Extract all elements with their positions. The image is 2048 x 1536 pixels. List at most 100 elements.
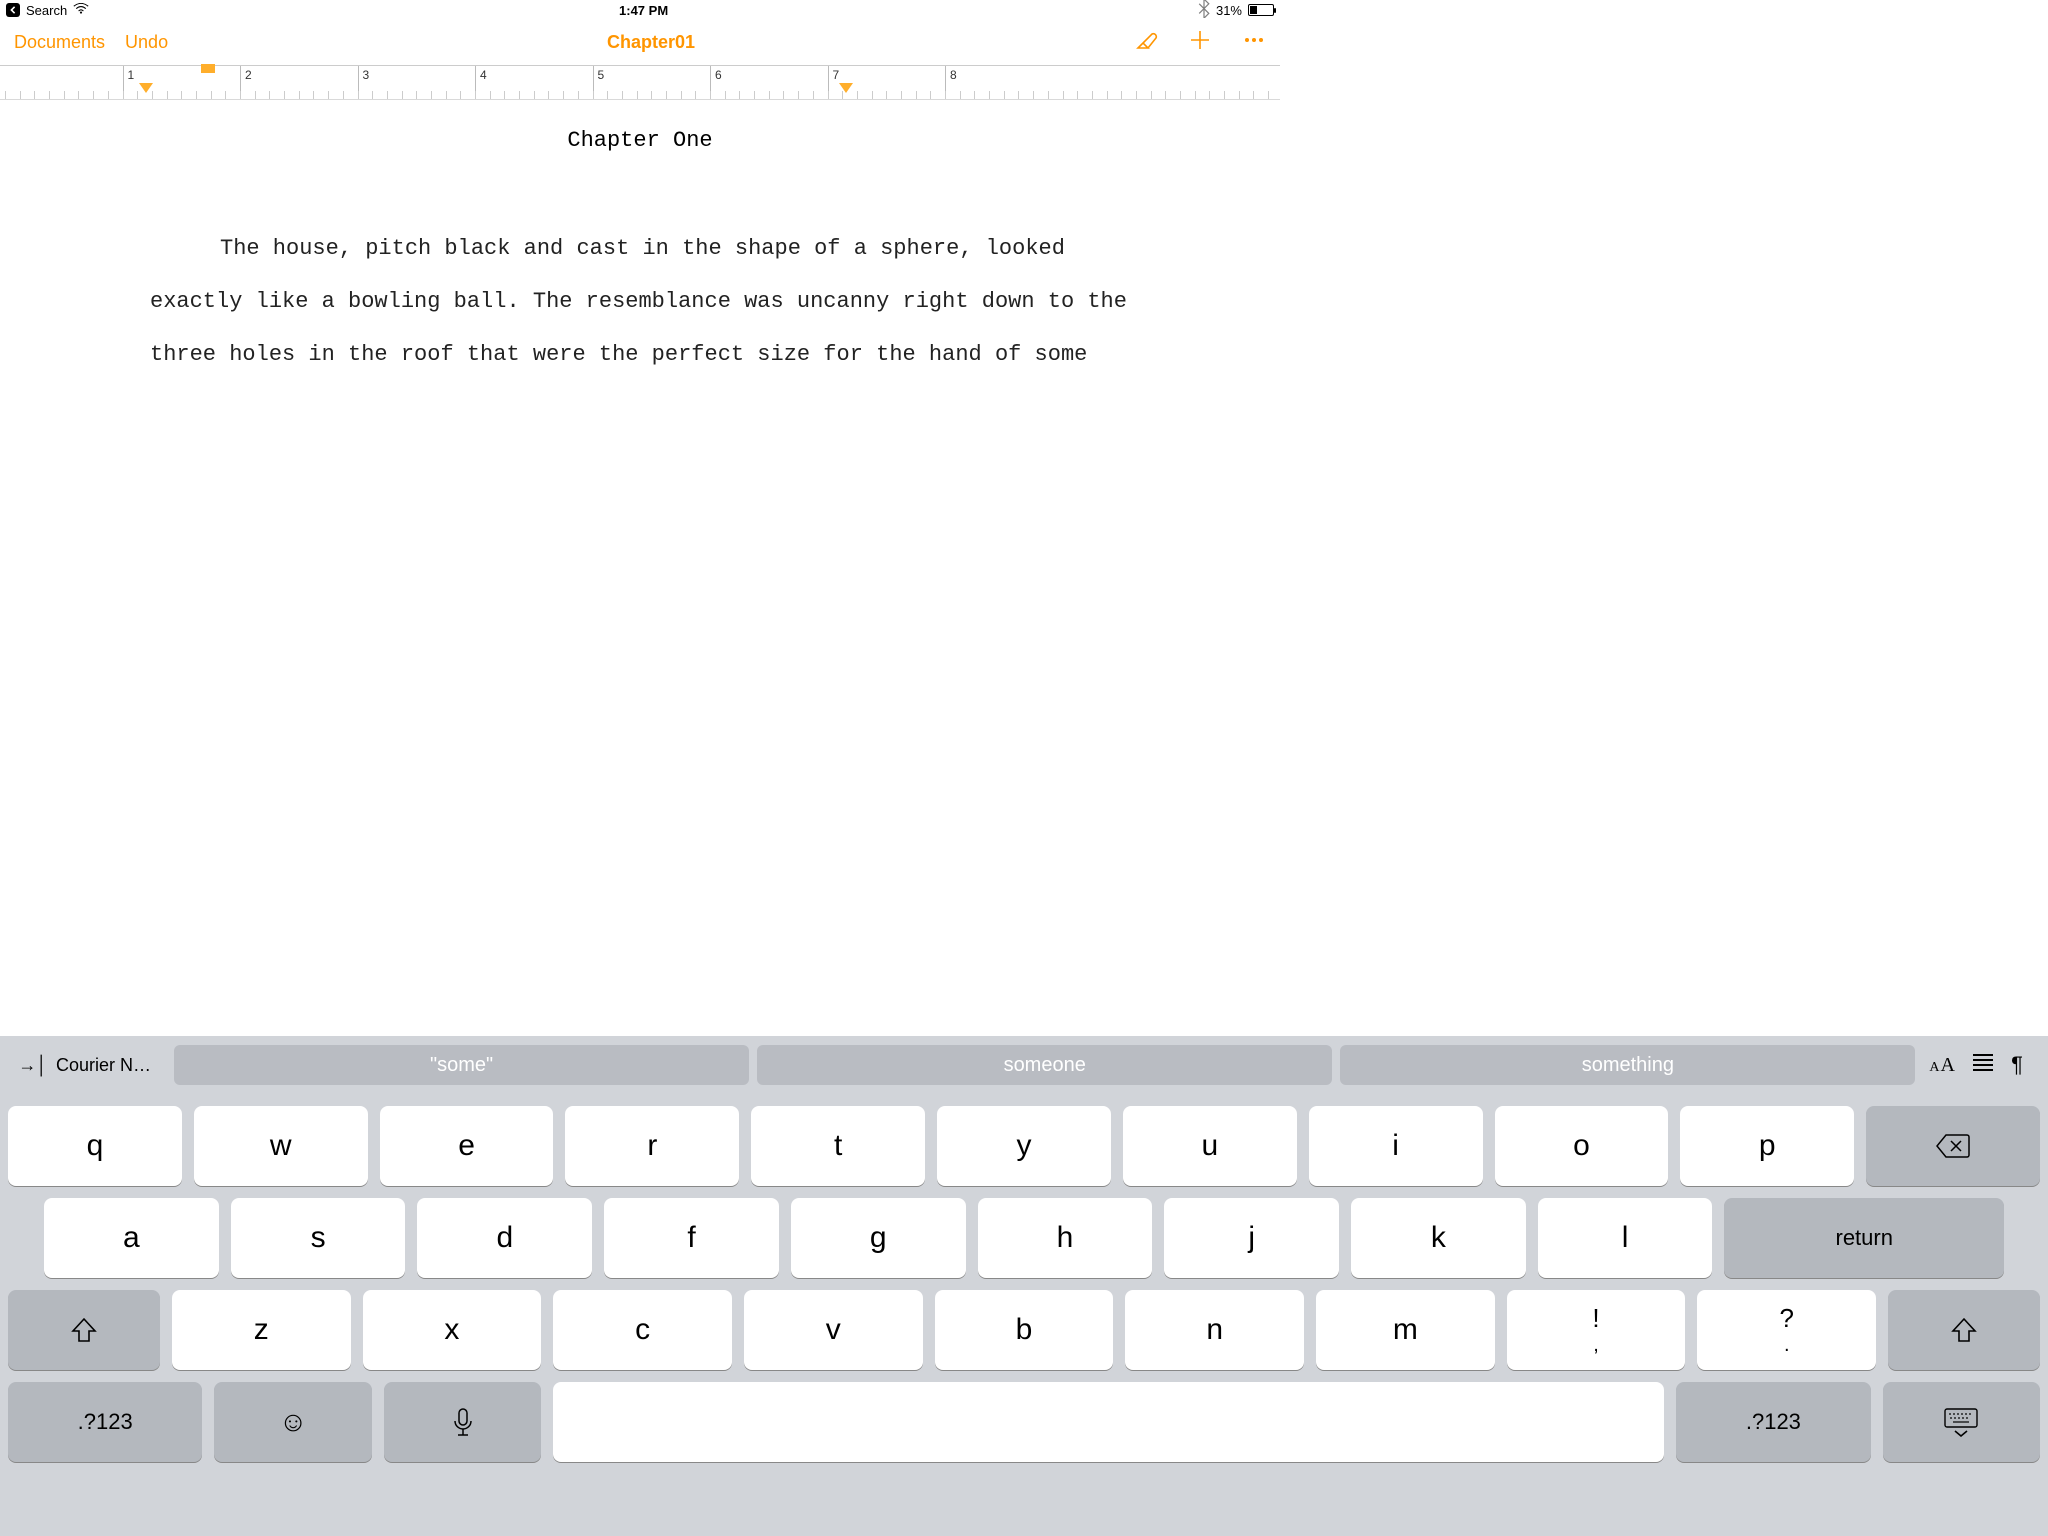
key-a[interactable]: a	[44, 1198, 219, 1278]
key-w[interactable]: w	[194, 1106, 368, 1186]
key-g[interactable]: g	[791, 1198, 966, 1278]
text-size-button[interactable]: AA	[1923, 1054, 1962, 1077]
ruler-minor-tick	[167, 91, 168, 99]
ruler-minor-tick	[1048, 91, 1049, 99]
key-u[interactable]: u	[1123, 1106, 1297, 1186]
key-b[interactable]: b	[935, 1290, 1114, 1370]
key-v[interactable]: v	[744, 1290, 923, 1370]
keyboard-row-4: .?123 ☺ .?123	[0, 1382, 2048, 1462]
ruler-tab-stop[interactable]	[201, 64, 215, 73]
ruler-minor-tick	[152, 91, 153, 99]
key-return[interactable]: return	[1724, 1198, 2004, 1278]
ruler-minor-tick	[783, 91, 784, 99]
ruler-minor-tick	[563, 91, 564, 99]
format-brush-icon[interactable]	[1134, 28, 1158, 57]
key-i[interactable]: i	[1309, 1106, 1483, 1186]
key-shift-right[interactable]	[1888, 1290, 2040, 1370]
ruler-minor-tick	[299, 91, 300, 99]
ruler-minor-tick	[446, 91, 447, 99]
ruler-minor-tick	[372, 91, 373, 99]
documents-button[interactable]: Documents	[14, 32, 105, 53]
key-s[interactable]: s	[231, 1198, 406, 1278]
ruler-minor-tick	[1136, 91, 1137, 99]
ruler-minor-tick	[431, 91, 432, 99]
suggestion-3[interactable]: something	[1340, 1045, 1915, 1085]
key-question-period[interactable]: ?.	[1697, 1290, 1876, 1370]
tab-key-icon[interactable]: →│	[18, 1055, 48, 1076]
ruler-minor-tick	[578, 91, 579, 99]
more-button[interactable]	[1242, 28, 1266, 57]
key-t[interactable]: t	[751, 1106, 925, 1186]
ruler-minor-tick	[960, 91, 961, 99]
undo-button[interactable]: Undo	[125, 32, 168, 53]
key-e[interactable]: e	[380, 1106, 554, 1186]
add-button[interactable]	[1188, 28, 1212, 57]
key-shift-left[interactable]	[8, 1290, 160, 1370]
ruler-minor-tick	[343, 91, 344, 99]
ruler-minor-tick	[842, 91, 843, 99]
ruler-minor-tick	[1018, 91, 1019, 99]
key-z[interactable]: z	[172, 1290, 351, 1370]
ruler-minor-tick	[739, 91, 740, 99]
ruler-minor-tick	[1004, 91, 1005, 99]
ruler-minor-tick	[974, 91, 975, 99]
key-h[interactable]: h	[978, 1198, 1153, 1278]
font-picker[interactable]: Courier N…	[56, 1055, 166, 1076]
ruler-minor-tick	[1151, 91, 1152, 99]
key-q[interactable]: q	[8, 1106, 182, 1186]
keyboard-row-2: a s d f g h j k l return	[0, 1198, 2048, 1278]
document-area[interactable]: Chapter One The house, pitch black and c…	[0, 100, 1280, 381]
key-number-switch-right[interactable]: .?123	[1676, 1382, 1870, 1462]
ruler-minor-tick	[475, 91, 476, 99]
suggestion-2[interactable]: someone	[757, 1045, 1332, 1085]
key-f[interactable]: f	[604, 1198, 779, 1278]
key-j[interactable]: j	[1164, 1198, 1339, 1278]
ruler-minor-tick	[534, 91, 535, 99]
key-hide-keyboard[interactable]	[1883, 1382, 2040, 1462]
keyboard-row-1: q w e r t y u i o p	[0, 1106, 2048, 1186]
key-dictation[interactable]	[384, 1382, 541, 1462]
key-m[interactable]: m	[1316, 1290, 1495, 1370]
key-k[interactable]: k	[1351, 1198, 1526, 1278]
key-space[interactable]	[553, 1382, 1664, 1462]
key-x[interactable]: x	[363, 1290, 542, 1370]
key-exclaim-comma[interactable]: !,	[1507, 1290, 1686, 1370]
key-o[interactable]: o	[1495, 1106, 1669, 1186]
key-p[interactable]: p	[1680, 1106, 1854, 1186]
ruler-minor-tick	[255, 91, 256, 99]
keyboard-row-3: z x c v b n m !, ?.	[0, 1290, 2048, 1370]
document-title[interactable]: Chapter01	[168, 32, 1134, 53]
ruler-label: 5	[598, 68, 605, 82]
key-d[interactable]: d	[417, 1198, 592, 1278]
key-y[interactable]: y	[937, 1106, 1111, 1186]
key-number-switch-left[interactable]: .?123	[8, 1382, 202, 1462]
ruler-right-indent[interactable]	[839, 83, 853, 93]
ruler-label: 8	[950, 68, 957, 82]
key-emoji[interactable]: ☺	[214, 1382, 371, 1462]
paragraph-align-button[interactable]	[1970, 1052, 1996, 1078]
document-body[interactable]: The house, pitch black and cast in the s…	[150, 223, 1130, 381]
key-l[interactable]: l	[1538, 1198, 1713, 1278]
key-n[interactable]: n	[1125, 1290, 1304, 1370]
ruler-minor-tick	[108, 91, 109, 99]
key-backspace[interactable]	[1866, 1106, 2040, 1186]
suggestion-1[interactable]: "some"	[174, 1045, 749, 1085]
ruler-minor-tick	[225, 91, 226, 99]
back-chevron-icon[interactable]	[6, 3, 20, 17]
chapter-heading[interactable]: Chapter One	[0, 128, 1280, 153]
ruler-minor-tick	[1077, 91, 1078, 99]
key-c[interactable]: c	[553, 1290, 732, 1370]
ruler-minor-tick	[284, 91, 285, 99]
battery-icon	[1248, 4, 1274, 16]
paragraph-style-button[interactable]: ¶	[2004, 1052, 2030, 1078]
ruler[interactable]: 12345678	[0, 66, 1280, 100]
body-text[interactable]: The house, pitch black and cast in the s…	[150, 236, 1127, 367]
ruler-minor-tick	[1107, 91, 1108, 99]
ruler-label: 1	[128, 68, 135, 82]
ruler-label: 7	[833, 68, 840, 82]
key-r[interactable]: r	[565, 1106, 739, 1186]
ruler-minor-tick	[504, 91, 505, 99]
back-to-search-label[interactable]: Search	[26, 3, 67, 18]
ruler-minor-tick	[1033, 91, 1034, 99]
ruler-label: 4	[480, 68, 487, 82]
